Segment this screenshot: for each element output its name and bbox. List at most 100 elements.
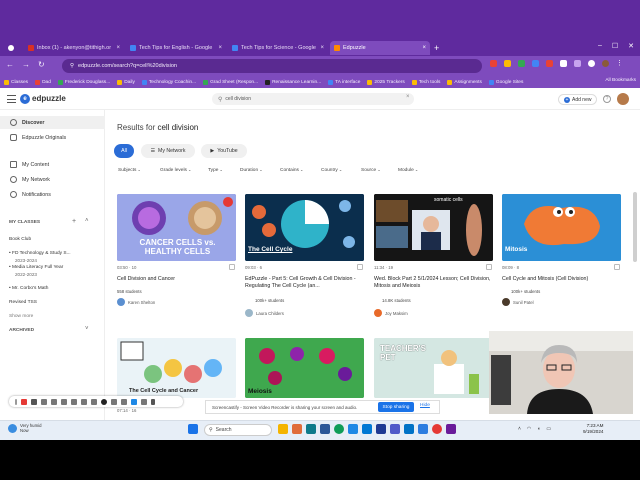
pause-icon[interactable] [31, 398, 37, 405]
video-title[interactable]: EdPuzzle - Part 5: Cell Growth & Cell Di… [245, 276, 367, 290]
chevron-down-icon[interactable]: ˅ [85, 326, 89, 332]
collapse-icon[interactable] [151, 398, 155, 405]
shape-icon[interactable] [91, 398, 97, 405]
weather-widget[interactable]: Very humid Now [8, 423, 42, 433]
bookmark[interactable]: Dad [35, 79, 51, 85]
drag-handle-icon[interactable] [15, 398, 17, 405]
video-thumbnail[interactable]: The Cell Cycle [245, 194, 364, 261]
puzzle-icon[interactable] [574, 60, 581, 67]
close-icon[interactable]: × [218, 45, 222, 51]
source-my-network-button[interactable]: ☰ My Network [141, 144, 195, 158]
chevron-up-icon[interactable]: ˄ [518, 426, 521, 432]
video-title[interactable]: Cell Division and Cancer [117, 276, 239, 283]
bookmark[interactable]: Tech tools [411, 79, 440, 85]
webcam-overlay[interactable] [489, 331, 633, 414]
app-icon[interactable] [348, 424, 358, 434]
all-bookmarks-button[interactable]: All Bookmarks [605, 78, 636, 83]
teams-icon[interactable] [390, 424, 400, 434]
bookmark[interactable]: Renaissance Learnin... [265, 79, 321, 85]
tab-tech-tips-english[interactable]: Tech Tips for English - Google × [126, 41, 226, 55]
select-checkbox[interactable] [614, 264, 620, 270]
tab-edpuzzle[interactable]: Edpuzzle × [330, 41, 430, 55]
bookmark[interactable]: TA interface [328, 79, 360, 85]
extension-icon[interactable] [546, 60, 553, 67]
class-fd-technology[interactable]: • FD Technology & Study S... [9, 251, 71, 256]
close-icon[interactable]: × [116, 45, 120, 51]
maximize-icon[interactable]: ☐ [612, 42, 618, 50]
highlight-icon[interactable] [51, 398, 57, 405]
file-explorer-icon[interactable] [278, 424, 288, 434]
new-tab-button[interactable]: + [434, 43, 439, 53]
app-icon[interactable] [418, 424, 428, 434]
chrome-icon[interactable] [432, 424, 442, 434]
video-title[interactable]: Cell Cycle and Mitosis (Cell Division) [502, 276, 624, 283]
bookmark[interactable]: Classes [4, 79, 28, 85]
video-title[interactable]: Wed. Block Part 2 5/1/2024 Lesson; Cell … [374, 276, 496, 290]
edge-icon[interactable] [334, 424, 344, 434]
app-icon[interactable] [320, 424, 330, 434]
bookmark[interactable]: Daily [117, 79, 135, 85]
address-bar[interactable]: ⚲ edpuzzle.com/search?q=cell%20division [62, 59, 482, 73]
select-checkbox[interactable] [486, 264, 492, 270]
close-window-icon[interactable]: ✕ [628, 42, 634, 50]
sidebar-item-my-network[interactable]: My Network [0, 173, 105, 186]
sidebar-item-edpuzzle-originals[interactable]: Edpuzzle Originals [0, 131, 105, 144]
sidebar-item-my-content[interactable]: My Content [0, 158, 105, 171]
timer-icon[interactable] [141, 398, 147, 405]
filter-grade-levels[interactable]: Grade levels [160, 167, 191, 173]
filter-contains[interactable]: Contains [280, 167, 303, 173]
source-youtube-button[interactable]: ▶ YouTube [201, 144, 247, 158]
taskbar-search-input[interactable]: ⚲ Search [204, 424, 272, 436]
video-thumbnail[interactable]: TEACHER'S PET [374, 338, 493, 398]
filter-duration[interactable]: Duration [240, 167, 263, 173]
avatar[interactable] [617, 93, 629, 105]
wifi-icon[interactable]: ◠ [527, 426, 531, 432]
video-author[interactable]: Karen Shelton [117, 298, 155, 306]
video-thumbnail[interactable]: The Cell Cycle and Cancer [117, 338, 236, 398]
add-class-icon[interactable]: + [72, 218, 76, 225]
class-media-literacy[interactable]: • Media Literacy Full Year [9, 265, 63, 270]
filter-type[interactable]: Type [208, 167, 223, 173]
class-book-club[interactable]: Book Club [9, 237, 31, 242]
extension-icon[interactable] [490, 60, 497, 67]
tab-inbox[interactable]: Inbox (1) - akenyon@tithigh.or × [24, 41, 124, 55]
class-revised-tss[interactable]: Revised TSS [9, 300, 37, 305]
help-icon[interactable]: ? [603, 95, 611, 103]
video-author[interactable]: Joy Maksim [374, 309, 408, 317]
cursor-icon[interactable] [41, 398, 47, 405]
filter-country[interactable]: Country [321, 167, 342, 173]
start-icon[interactable] [188, 424, 198, 434]
zoom-icon[interactable] [61, 398, 67, 405]
archived-heading[interactable]: ARCHIVED [9, 328, 34, 333]
eraser-icon[interactable] [111, 398, 117, 405]
forward-icon[interactable]: → [22, 60, 30, 69]
bookmark[interactable]: Google Sites [488, 79, 523, 85]
video-thumbnail[interactable]: Mitosis [502, 194, 621, 261]
app-icon[interactable] [446, 424, 456, 434]
extension-icon[interactable] [560, 60, 567, 67]
filter-module[interactable]: Module [398, 167, 418, 173]
add-new-button[interactable]: + Add new [558, 94, 598, 105]
close-icon[interactable]: × [320, 45, 324, 51]
extension-icon[interactable] [504, 60, 511, 67]
battery-icon[interactable]: ▭ [546, 426, 551, 432]
video-author[interactable]: Sunil Patel [502, 298, 534, 306]
app-icon[interactable] [376, 424, 386, 434]
clock[interactable]: 7:23 AM 9/19/2024 [583, 423, 603, 435]
site-info-icon[interactable]: ⚲ [70, 63, 74, 69]
sidebar-item-discover[interactable]: Discover [0, 116, 105, 129]
outlook-icon[interactable] [404, 424, 414, 434]
hamburger-menu-icon[interactable] [7, 95, 16, 103]
filter-source[interactable]: Source [361, 167, 381, 173]
download-icon[interactable] [588, 60, 595, 67]
sidebar-item-notifications[interactable]: Notifications [0, 188, 105, 201]
edpuzzle-logo[interactable]: edpuzzle [32, 94, 66, 103]
hide-notice-link[interactable]: Hide [420, 403, 430, 408]
scrollbar[interactable] [633, 192, 637, 262]
select-checkbox[interactable] [357, 264, 363, 270]
pen-icon[interactable] [81, 398, 87, 405]
video-thumbnail[interactable]: Meiosis [245, 338, 364, 398]
class-mr-corbos-math[interactable]: • Mr. Corbo's Math [9, 286, 48, 291]
tab-tech-tips-science[interactable]: Tech Tips for Science - Google × [228, 41, 328, 55]
minimize-icon[interactable]: – [598, 42, 602, 50]
